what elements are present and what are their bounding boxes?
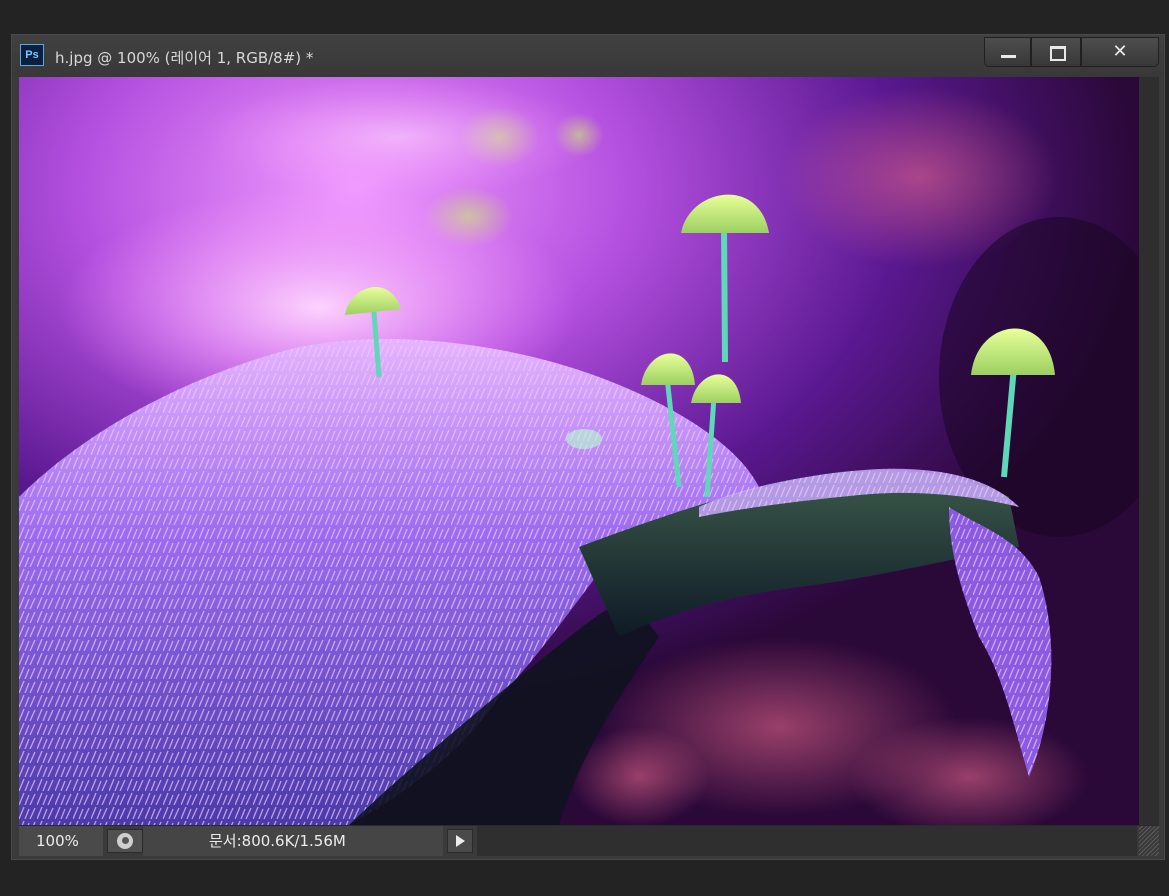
maximize-button[interactable] [1031, 37, 1081, 67]
resize-grip-icon[interactable] [1139, 826, 1159, 856]
zoom-level-field[interactable]: 100% [19, 826, 103, 856]
horizontal-scrollbar[interactable] [477, 826, 1137, 856]
document-window: Ps h.jpg @ 100% (레이어 1, RGB/8#) * ✕ 100%… [11, 34, 1165, 860]
status-menu-arrow-button[interactable] [447, 829, 473, 853]
document-titlebar[interactable]: Ps h.jpg @ 100% (레이어 1, RGB/8#) * ✕ [12, 35, 1164, 77]
document-title: h.jpg @ 100% (레이어 1, RGB/8#) * [55, 49, 314, 67]
document-size-info: 문서:800.6K/1.56M [143, 826, 443, 856]
close-button[interactable]: ✕ [1081, 37, 1159, 67]
clock-icon [117, 833, 133, 849]
status-bar: 100% 문서:800.6K/1.56M [19, 825, 1159, 856]
minimize-button[interactable] [984, 37, 1031, 67]
status-info-button[interactable] [107, 829, 143, 853]
minimize-icon [1001, 55, 1016, 58]
maximize-icon [1050, 46, 1066, 61]
photoshop-app-icon: Ps [20, 44, 44, 66]
close-icon: ✕ [1112, 41, 1128, 62]
image-canvas[interactable] [19, 77, 1139, 825]
vertical-scrollbar[interactable] [1139, 77, 1159, 825]
mushroom-moss-image [19, 77, 1139, 825]
